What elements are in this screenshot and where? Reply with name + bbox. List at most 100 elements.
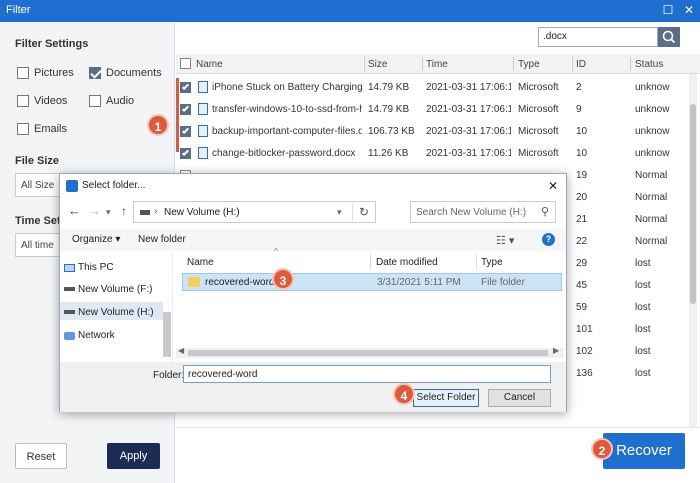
selection-highlight-line — [176, 78, 179, 152]
cell-type: Microsoft — [518, 148, 559, 159]
word-file-icon — [198, 81, 208, 93]
tree-item-volume-h[interactable]: New Volume (H:) — [78, 307, 154, 318]
cell-name: transfer-windows-10-to-ssd-from-hdd.c — [212, 104, 362, 115]
step-badge-1: 1 — [147, 114, 169, 136]
cell-name: change-bitlocker-password.docx — [212, 148, 356, 159]
new-folder-button[interactable]: New folder — [138, 234, 186, 245]
checkbox-pictures[interactable]: Pictures — [17, 67, 74, 79]
column-size[interactable]: Size — [368, 59, 387, 70]
checkbox-emails[interactable]: Emails — [17, 123, 67, 135]
cell-time: 2021-03-31 17:06:18 — [426, 126, 511, 137]
select-all-checkbox[interactable] — [180, 58, 191, 69]
column-status[interactable]: Status — [635, 59, 663, 70]
column-divider — [364, 57, 365, 71]
checkbox-audio[interactable]: Audio — [89, 95, 134, 107]
row-checkbox[interactable] — [180, 82, 191, 93]
tree-item-this-pc[interactable]: This PC — [78, 262, 114, 273]
app-icon — [66, 180, 78, 192]
checkbox-documents[interactable]: Documents — [89, 67, 162, 79]
cell-type: Microsoft — [518, 82, 559, 93]
organize-label: Organize — [72, 234, 113, 245]
cell-status: Normal — [635, 214, 668, 225]
help-icon[interactable]: ? — [542, 233, 555, 246]
dialog-search-input[interactable]: Search New Volume (H:) — [410, 201, 556, 223]
checkbox-videos[interactable]: Videos — [17, 95, 67, 107]
cell-status: unknow — [635, 82, 670, 93]
checkbox-box[interactable] — [17, 67, 29, 79]
cell-id: 102 — [576, 346, 593, 357]
search-icon — [662, 30, 676, 44]
dialog-column-name[interactable]: Name — [187, 257, 214, 268]
h-scrollbar-thumb[interactable] — [188, 350, 548, 356]
table-row[interactable]: backup-important-computer-files.docx 106.… — [176, 121, 691, 143]
column-id[interactable]: ID — [576, 59, 586, 70]
tree-item-volume-f[interactable]: New Volume (F:) — [78, 284, 152, 295]
cell-id: 19 — [576, 170, 588, 181]
up-button[interactable]: ↑ — [121, 204, 127, 226]
search-input[interactable]: .docx — [538, 27, 658, 47]
cell-status: lost — [635, 302, 651, 313]
dialog-title: Select folder... — [82, 180, 146, 191]
row-checkbox[interactable] — [180, 126, 191, 137]
row-checkbox[interactable] — [180, 148, 191, 159]
address-bar[interactable]: › New Volume (H:) ▾ ↻ — [133, 201, 376, 223]
step-badge-3: 3 — [272, 268, 294, 290]
refresh-icon[interactable]: ↻ — [359, 205, 369, 219]
cell-id: 9 — [576, 104, 582, 115]
column-type[interactable]: Type — [518, 59, 540, 70]
time-settings-heading: Time Sett — [15, 215, 65, 227]
checkbox-box[interactable] — [17, 95, 29, 107]
path-dropdown-icon[interactable]: ▾ — [337, 207, 342, 218]
cell-status: unknow — [635, 104, 670, 115]
network-icon — [64, 332, 75, 340]
checkbox-box[interactable] — [17, 123, 29, 135]
table-row[interactable]: iPhone Stuck on Battery Charging Logo. 14… — [176, 77, 691, 99]
path-separator: › — [154, 206, 158, 217]
dialog-close-button[interactable]: ✕ — [548, 179, 558, 193]
search-button[interactable] — [658, 27, 680, 47]
tree-scrollbar-thumb[interactable] — [163, 312, 171, 357]
tree-item-network[interactable]: Network — [78, 330, 115, 341]
scroll-left-icon[interactable]: ◀ — [178, 346, 184, 355]
vertical-scrollbar[interactable] — [689, 74, 697, 434]
view-options-icon[interactable]: ☷ ▾ — [496, 234, 514, 247]
checkbox-box[interactable] — [89, 67, 101, 79]
folder-tree: This PC New Volume (F:) New Volume (H:) … — [60, 252, 173, 362]
checkbox-box[interactable] — [89, 95, 101, 107]
dialog-column-type[interactable]: Type — [481, 257, 503, 268]
cell-id: 29 — [576, 258, 588, 269]
scrollbar-thumb[interactable] — [690, 104, 696, 304]
cancel-button[interactable]: Cancel — [488, 389, 551, 407]
table-row[interactable]: transfer-windows-10-to-ssd-from-hdd.c 14.… — [176, 99, 691, 121]
cell-size: 14.79 KB — [368, 104, 410, 115]
cell-name: backup-important-computer-files.docx — [212, 126, 362, 137]
organize-button[interactable]: Organize ▾ — [72, 234, 120, 245]
step-badge-2: 2 — [591, 438, 613, 460]
folder-row[interactable]: recovered-word 3/31/2021 5:11 PM File fo… — [182, 273, 562, 291]
table-row[interactable]: change-bitlocker-password.docx 11.26 KB 20… — [176, 143, 691, 165]
sort-chevron-icon: ^ — [274, 246, 279, 256]
back-button[interactable]: ← — [68, 203, 81, 225]
dialog-search-icon[interactable]: ⚲ — [541, 205, 549, 218]
close-button[interactable]: ✕ — [682, 3, 696, 17]
column-divider — [422, 57, 423, 71]
title-bar: Filter ☐ ✕ — [0, 0, 700, 22]
maximize-button[interactable]: ☐ — [661, 3, 675, 17]
forward-button[interactable]: → — [88, 203, 101, 225]
checkbox-label: Documents — [106, 67, 162, 79]
step-badge-4: 4 — [393, 383, 415, 405]
apply-button[interactable]: Apply — [107, 443, 160, 469]
cell-time: 2021-03-31 17:06:18 — [426, 148, 511, 159]
recover-button[interactable]: Recover — [603, 433, 685, 469]
select-folder-button[interactable]: Select Folder — [413, 389, 479, 407]
scroll-right-icon[interactable]: ▶ — [553, 346, 559, 355]
reset-button[interactable]: Reset — [15, 443, 67, 469]
row-checkbox[interactable] — [180, 104, 191, 115]
dialog-column-date[interactable]: Date modified — [376, 257, 438, 268]
cell-status: lost — [635, 368, 651, 379]
column-name[interactable]: Name — [196, 59, 223, 70]
column-time[interactable]: Time — [426, 59, 448, 70]
horizontal-scrollbar[interactable]: ◀ ▶ — [176, 346, 564, 358]
history-dropdown-icon[interactable]: ▾ — [106, 207, 111, 229]
folder-field[interactable]: recovered-word — [183, 365, 551, 383]
